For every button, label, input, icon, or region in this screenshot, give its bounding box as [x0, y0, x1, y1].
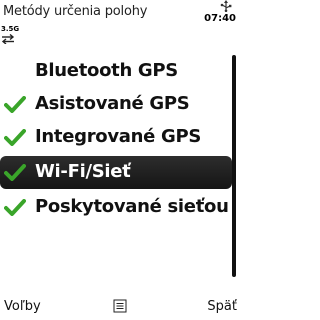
list-item-label: Poskytované sieťou: [35, 196, 229, 217]
list-item-assisted-gps[interactable]: Asistované GPS: [0, 88, 232, 121]
page-title: Metódy určenia polohy: [3, 4, 148, 19]
network-type-label: 3.5G: [1, 25, 20, 33]
positioning-methods-list: Bluetooth GPS Asistované GPS Integrované…: [0, 55, 232, 224]
list-item-label: Wi-Fi/Sieť: [35, 161, 131, 182]
check-icon: [4, 129, 26, 146]
list-item-integrated-gps[interactable]: Integrované GPS: [0, 121, 232, 154]
scrollbar[interactable]: [232, 55, 236, 277]
check-icon: [4, 199, 26, 216]
check-icon: [4, 164, 26, 181]
list-item-label: Asistované GPS: [35, 93, 190, 114]
clock: 07:40: [204, 13, 236, 24]
list-item-bluetooth-gps[interactable]: Bluetooth GPS: [0, 55, 232, 88]
network-status: 3.5G: [1, 25, 20, 44]
back-softkey[interactable]: Späť: [207, 299, 237, 314]
list-item-network-based[interactable]: Poskytované sieťou: [0, 191, 232, 224]
usb-icon: [220, 0, 232, 12]
list-item-label: Integrované GPS: [35, 126, 202, 147]
data-transfer-icon: [1, 34, 15, 44]
softkey-bar: Voľby Späť: [0, 296, 240, 320]
list-item-label: Bluetooth GPS: [35, 60, 178, 81]
scrollbar-thumb[interactable]: [232, 55, 236, 277]
options-softkey[interactable]: Voľby: [4, 299, 41, 314]
menu-icon[interactable]: [113, 299, 127, 313]
check-icon: [4, 96, 26, 113]
title-bar: Metódy určenia polohy 07:40: [0, 0, 240, 28]
list-item-wifi-network[interactable]: Wi-Fi/Sieť: [0, 156, 232, 189]
